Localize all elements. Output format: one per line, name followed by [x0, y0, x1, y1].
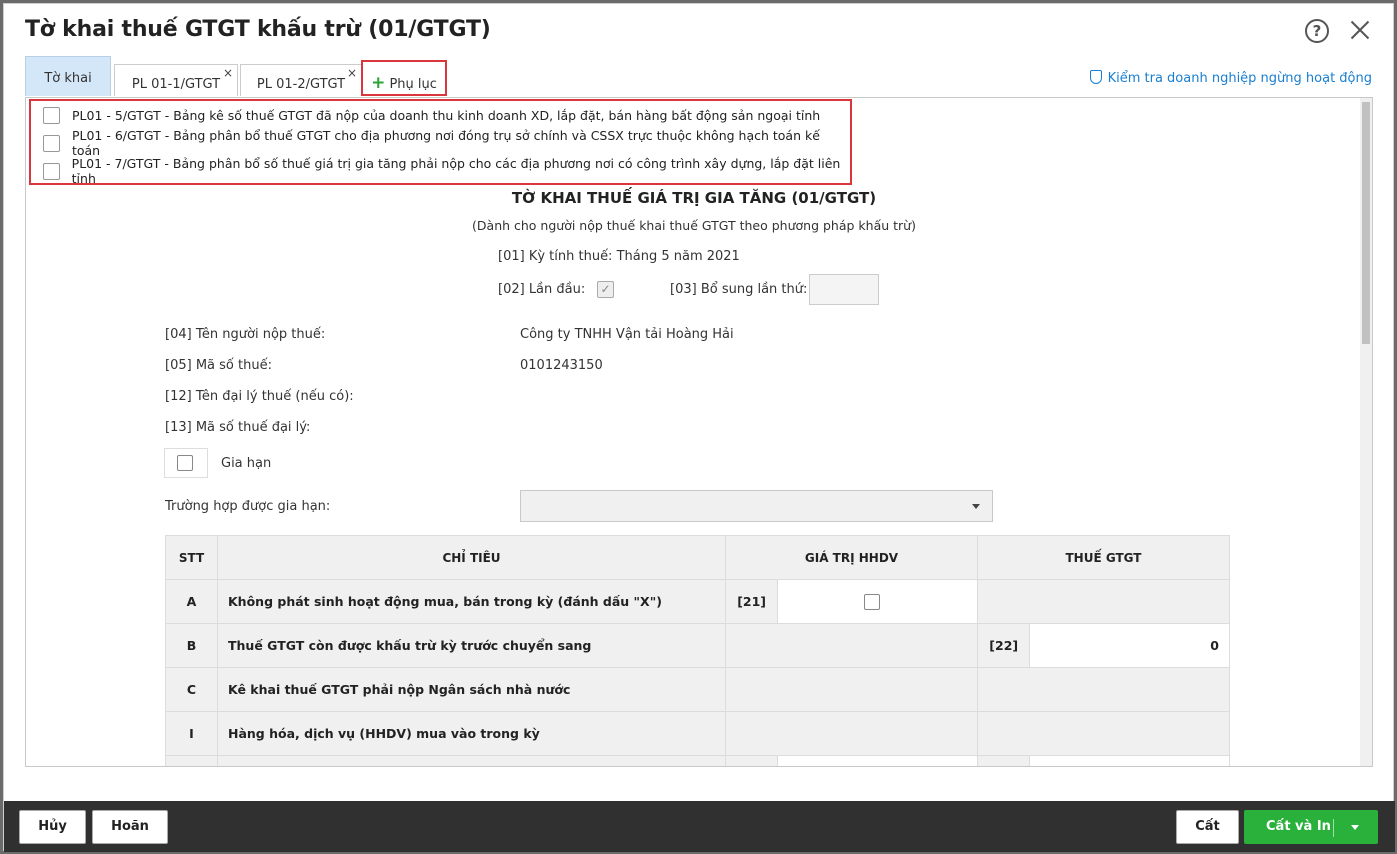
save-button[interactable]: Cất — [1176, 810, 1239, 844]
defer-button[interactable]: Hoãn — [92, 810, 168, 844]
tax-code-label: [05] Mã số thuế: — [165, 358, 272, 373]
check-business-link[interactable]: Kiểm tra doanh nghiệp ngừng hoạt động — [1089, 70, 1372, 86]
row-stt: B — [165, 623, 218, 668]
table-row: I Hàng hóa, dịch vụ (HHDV) mua vào trong… — [165, 711, 1230, 756]
taxpayer-name-value: Công ty TNHH Vận tải Hoàng Hải — [520, 327, 734, 342]
appendix-option[interactable]: PL01 - 7/GTGT - Bảng phân bổ số thuế giá… — [31, 156, 850, 186]
header-stt: STT — [165, 535, 218, 580]
extension-case-label: Trường hợp được gia hạn: — [165, 499, 331, 514]
save-and-print-button[interactable]: Cất và In — [1244, 810, 1378, 844]
tab-pl-01-1[interactable]: PL 01-1/GTGT × — [114, 64, 238, 96]
no-activity-cell — [777, 579, 978, 624]
dialog-title: Tờ khai thuế GTGT khấu trừ (01/GTGT) — [25, 17, 491, 42]
tab-label: PL 01-2/GTGT — [256, 77, 346, 92]
shield-icon — [1089, 70, 1102, 84]
row-code — [724, 755, 779, 766]
table-row: C Kê khai thuế GTGT phải nộp Ngân sách n… — [165, 667, 1230, 712]
extension-checkbox-wrap — [164, 448, 208, 478]
no-activity-checkbox[interactable] — [864, 594, 881, 610]
help-icon[interactable]: ? — [1305, 19, 1329, 43]
appendix-checkbox[interactable] — [43, 162, 60, 180]
cancel-button[interactable]: Hủy — [19, 810, 86, 844]
first-time-checkbox[interactable]: ✓ — [597, 281, 614, 298]
empty-cell — [725, 623, 978, 668]
row-item: Thuế GTGT còn được khấu trừ kỳ trước chu… — [217, 623, 726, 668]
empty-cell — [977, 579, 1230, 624]
tax-declaration-dialog: Tờ khai thuế GTGT khấu trừ (01/GTGT) ? T… — [3, 3, 1395, 852]
table-row — [165, 755, 1230, 766]
tab-label: Tờ khai — [44, 71, 92, 86]
tab-to-khai[interactable]: Tờ khai — [25, 56, 111, 96]
row-code — [976, 755, 1031, 766]
add-appendix-tab[interactable]: + Phụ lục — [361, 60, 447, 96]
empty-cell — [725, 711, 978, 756]
row-stt — [165, 755, 218, 766]
tab-pl-01-2[interactable]: PL 01-2/GTGT × — [240, 64, 362, 96]
empty-cell — [725, 667, 978, 712]
row-code: [22] — [976, 623, 1031, 668]
row-item: Kê khai thuế GTGT phải nộp Ngân sách nhà… — [217, 667, 726, 712]
appendix-option[interactable]: PL01 - 6/GTGT - Bảng phân bổ thuế GTGT c… — [31, 128, 850, 158]
agent-name-label: [12] Tên đại lý thuế (nếu có): — [165, 389, 354, 404]
scroll-thumb[interactable] — [1362, 102, 1370, 344]
supplement-input[interactable] — [809, 274, 879, 305]
close-icon[interactable] — [1347, 17, 1373, 43]
appendix-option-label: PL01 - 5/GTGT - Bảng kê số thuế GTGT đã … — [72, 107, 821, 123]
supplement-label: [03] Bổ sung lần thứ: — [670, 282, 808, 297]
row-code: [21] — [724, 579, 779, 624]
extension-case-select[interactable] — [520, 490, 993, 522]
form-subtitle: (Dành cho người nộp thuế khai thuế GTGT … — [472, 218, 916, 233]
tax-code-value: 0101243150 — [520, 358, 603, 373]
chevron-down-icon[interactable] — [1351, 825, 1359, 830]
appendix-checkbox[interactable] — [43, 106, 60, 124]
tab-close-icon[interactable]: × — [347, 66, 357, 80]
row-item — [217, 755, 726, 766]
taxpayer-name-label: [04] Tên người nộp thuế: — [165, 327, 326, 342]
table-header-row: STT CHỈ TIÊU GIÁ TRỊ HHDV THUẾ GTGT — [165, 535, 1230, 580]
header-value: GIÁ TRỊ HHDV — [725, 535, 978, 580]
check-link-label: Kiểm tra doanh nghiệp ngừng hoạt động — [1107, 71, 1372, 86]
row-stt: I — [165, 711, 218, 756]
tax-period: [01] Kỳ tính thuế: Tháng 5 năm 2021 — [498, 249, 740, 264]
appendix-option-label: PL01 - 6/GTGT - Bảng phân bổ thuế GTGT c… — [71, 128, 820, 158]
vertical-scrollbar[interactable] — [1360, 98, 1372, 766]
form-content: PL01 - 5/GTGT - Bảng kê số thuế GTGT đã … — [25, 97, 1373, 767]
first-time-label: [02] Lần đầu: — [498, 282, 586, 297]
appendix-dropdown: PL01 - 5/GTGT - Bảng kê số thuế GTGT đã … — [29, 99, 852, 186]
carried-forward-input[interactable]: 0 — [1029, 623, 1230, 668]
row-stt: A — [165, 579, 218, 624]
row-item: Không phát sinh hoạt động mua, bán trong… — [217, 579, 726, 624]
declaration-table: STT CHỈ TIÊU GIÁ TRỊ HHDV THUẾ GTGT A Kh… — [165, 535, 1230, 766]
appendix-option[interactable]: PL01 - 5/GTGT - Bảng kê số thuế GTGT đã … — [31, 101, 850, 129]
header-item: CHỈ TIÊU — [217, 535, 726, 580]
tab-label: PL 01-1/GTGT — [131, 77, 221, 92]
chevron-down-icon — [972, 504, 980, 509]
value-input[interactable] — [777, 755, 978, 766]
table-row: A Không phát sinh hoạt động mua, bán tro… — [165, 579, 1230, 624]
add-appendix-label: Phụ lục — [389, 77, 437, 92]
button-divider — [1333, 819, 1334, 837]
appendix-checkbox[interactable] — [43, 134, 60, 152]
row-stt: C — [165, 667, 218, 712]
header-tax: THUẾ GTGT — [977, 535, 1230, 580]
agent-code-label: [13] Mã số thuế đại lý: — [165, 420, 311, 435]
row-item: Hàng hóa, dịch vụ (HHDV) mua vào trong k… — [217, 711, 726, 756]
extension-label: Gia hạn — [221, 456, 272, 471]
table-row: B Thuế GTGT còn được khấu trừ kỳ trước c… — [165, 623, 1230, 668]
dialog-footer: Hủy Hoãn Cất Cất và In — [4, 801, 1395, 852]
appendix-option-label: PL01 - 7/GTGT - Bảng phân bổ số thuế giá… — [71, 156, 841, 186]
extension-checkbox[interactable] — [177, 455, 193, 471]
tax-input[interactable] — [1029, 755, 1230, 766]
plus-icon: + — [371, 73, 386, 93]
empty-cell — [977, 667, 1230, 712]
save-print-label: Cất và In — [1266, 819, 1331, 834]
form-title: TỜ KHAI THUẾ GIÁ TRỊ GIA TĂNG (01/GTGT) — [511, 189, 877, 207]
empty-cell — [977, 711, 1230, 756]
tab-close-icon[interactable]: × — [223, 66, 233, 80]
